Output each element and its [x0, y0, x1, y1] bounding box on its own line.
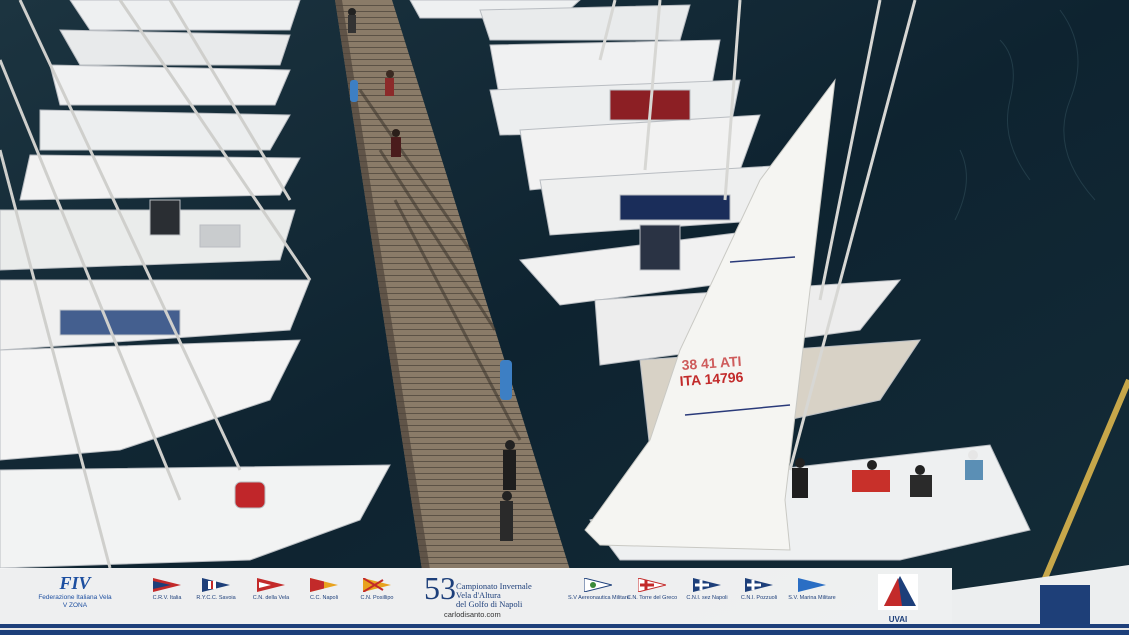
club-label: S.V. Marina Militare	[788, 595, 836, 601]
burgee-icon	[202, 578, 230, 592]
club-label: R.Y.C.C. Savoia	[196, 595, 236, 601]
club-cc-napoli: C.C. Napoli	[294, 578, 354, 601]
marina-photo: ITA 14796 38 41 ATI	[0, 0, 1129, 635]
burgee-icon	[638, 578, 666, 592]
club-label: C.N. della Vela	[252, 595, 290, 601]
fiv-logo-text: FIV	[59, 573, 91, 593]
club-rycc-savoia: R.Y.C.C. Savoia	[186, 578, 246, 601]
corner-boat-cover	[1040, 585, 1090, 625]
uvai-label: UVAI	[888, 615, 908, 624]
event-title-line3: del Golfo di Napoli	[456, 599, 523, 609]
fiv-zone: V ZONA	[62, 602, 88, 609]
burgee-icon	[584, 578, 612, 592]
burgee-icon	[257, 578, 285, 592]
uvai-logo: UVAI	[876, 574, 920, 624]
burgee-icon	[153, 578, 181, 592]
club-label: C.N.I. sez Napoli	[686, 595, 728, 601]
club-label: C.N.I. Pozzuoli	[740, 595, 778, 601]
event-logo: 53 Campionato Invernale Vela d'Altura de…	[420, 570, 532, 622]
club-cn-torre-del-greco: C.N. Torre del Greco	[622, 578, 682, 601]
bottom-stripe	[0, 624, 1129, 635]
burgee-icon	[745, 578, 773, 592]
event-website: carlodisanto.com	[444, 610, 501, 619]
fiv-name: Federazione Italiana Vela	[38, 594, 112, 601]
uvai-sail-icon	[878, 574, 918, 610]
club-cn-della-vela: C.N. della Vela	[241, 578, 301, 601]
club-label: C.N. Torre del Greco	[626, 595, 678, 601]
club-cni-pozzuoli: C.N.I. Pozzuoli	[729, 578, 789, 601]
club-label: C.N. Posillipo	[360, 595, 394, 601]
bollard	[500, 360, 512, 400]
club-label: S.V Aereonautica Militare	[568, 595, 630, 601]
burgee-icon	[798, 578, 826, 592]
club-sv-aereonautica: S.V Aereonautica Militare	[568, 578, 630, 601]
club-label: C.C. Napoli	[309, 595, 339, 601]
club-sv-marina-militare: S.V. Marina Militare	[782, 578, 842, 601]
club-cn-posillipo: C.N. Posillipo	[347, 578, 407, 601]
bollard	[350, 80, 358, 102]
burgee-icon	[363, 578, 391, 592]
burgee-icon	[693, 578, 721, 592]
fiv-logo: FIV Federazione Italiana Vela V ZONA	[30, 572, 120, 622]
burgee-icon	[310, 578, 338, 592]
event-edition-number: 53	[424, 570, 456, 606]
club-cni-napoli: C.N.I. sez Napoli	[677, 578, 737, 601]
